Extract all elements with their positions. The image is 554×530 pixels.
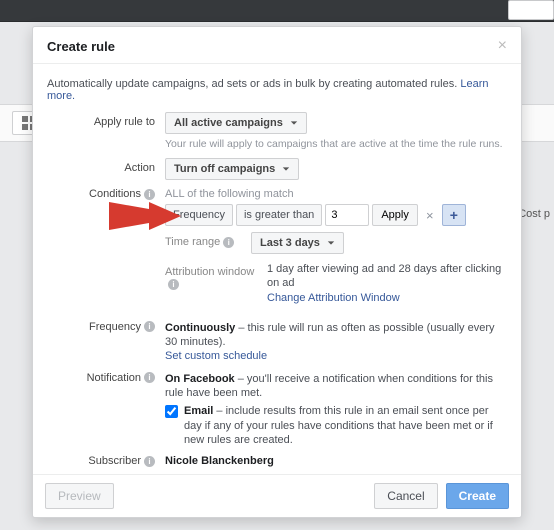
subscriber-label: Subscriberi <box>47 455 165 467</box>
intro-sentence: Automatically update campaigns, ad sets … <box>47 78 460 90</box>
apply-rule-hint: Your rule will apply to campaigns that a… <box>165 138 507 150</box>
all-match-text: ALL of the following match <box>165 188 507 200</box>
apply-rule-value: All active campaigns <box>174 117 283 129</box>
add-condition-button[interactable]: + <box>442 204 466 226</box>
apply-rule-select[interactable]: All active campaigns <box>165 112 307 134</box>
subscriber-value: Nicole Blanckenberg <box>165 455 274 467</box>
condition-apply-button[interactable]: Apply <box>372 204 418 226</box>
time-range-select[interactable]: Last 3 days <box>251 232 344 254</box>
caret-down-icon <box>282 165 290 173</box>
info-icon[interactable]: i <box>144 321 155 332</box>
condition-value-input[interactable] <box>325 204 369 226</box>
frequency-strong: Continuously <box>165 322 235 334</box>
action-select[interactable]: Turn off campaigns <box>165 158 299 180</box>
notification-label: Notificationi <box>47 372 165 384</box>
bg-cost-column: Cost p <box>518 208 550 220</box>
create-button[interactable]: Create <box>446 483 509 509</box>
info-icon[interactable]: i <box>144 372 155 383</box>
set-custom-schedule-link[interactable]: Set custom schedule <box>165 350 267 362</box>
condition-metric-select[interactable]: Frequency <box>165 204 233 226</box>
caret-down-icon <box>327 239 335 247</box>
email-checkbox[interactable] <box>165 405 178 418</box>
caret-down-icon <box>290 119 298 127</box>
modal-footer: Preview Cancel Create <box>33 474 521 517</box>
cancel-button[interactable]: Cancel <box>374 483 437 509</box>
action-value: Turn off campaigns <box>174 163 275 175</box>
preview-button[interactable]: Preview <box>45 483 114 509</box>
time-range-label: Time rangei <box>165 232 251 248</box>
bg-search-box[interactable] <box>508 0 554 20</box>
action-label: Action <box>47 158 165 174</box>
change-attribution-link[interactable]: Change Attribution Window <box>267 292 400 304</box>
intro-text: Automatically update campaigns, ad sets … <box>47 78 507 102</box>
attribution-label: Attribution windowi <box>165 262 267 290</box>
app-top-bar <box>0 0 554 22</box>
condition-row: Frequency is greater than Apply × + <box>165 204 507 226</box>
conditions-box: ALL of the following match Frequency is … <box>165 188 507 226</box>
attribution-text: 1 day after viewing ad and 28 days after… <box>267 263 501 289</box>
info-icon[interactable]: i <box>168 279 179 290</box>
close-icon[interactable]: × <box>498 37 507 55</box>
info-icon[interactable]: i <box>144 189 155 200</box>
info-icon[interactable]: i <box>144 456 155 467</box>
condition-operator-select[interactable]: is greater than <box>236 204 322 226</box>
modal-body: Automatically update campaigns, ad sets … <box>33 64 521 474</box>
notification-email-strong: Email <box>184 405 213 417</box>
modal-header: Create rule × <box>33 27 521 64</box>
apply-rule-label: Apply rule to <box>47 112 165 128</box>
frequency-label: Frequencyi <box>47 321 165 333</box>
condition-remove-icon[interactable]: × <box>421 204 439 226</box>
info-icon[interactable]: i <box>223 237 234 248</box>
create-rule-modal: Create rule × Automatically update campa… <box>32 26 522 518</box>
page-background: A Cost p Create rule × Automatically upd… <box>0 0 554 530</box>
modal-title: Create rule <box>47 39 115 54</box>
notification-email-text: – include results from this rule in an e… <box>184 405 493 446</box>
conditions-label: Conditionsi <box>47 188 165 200</box>
notification-fb-strong: On Facebook <box>165 373 235 385</box>
time-range-value: Last 3 days <box>260 237 320 249</box>
